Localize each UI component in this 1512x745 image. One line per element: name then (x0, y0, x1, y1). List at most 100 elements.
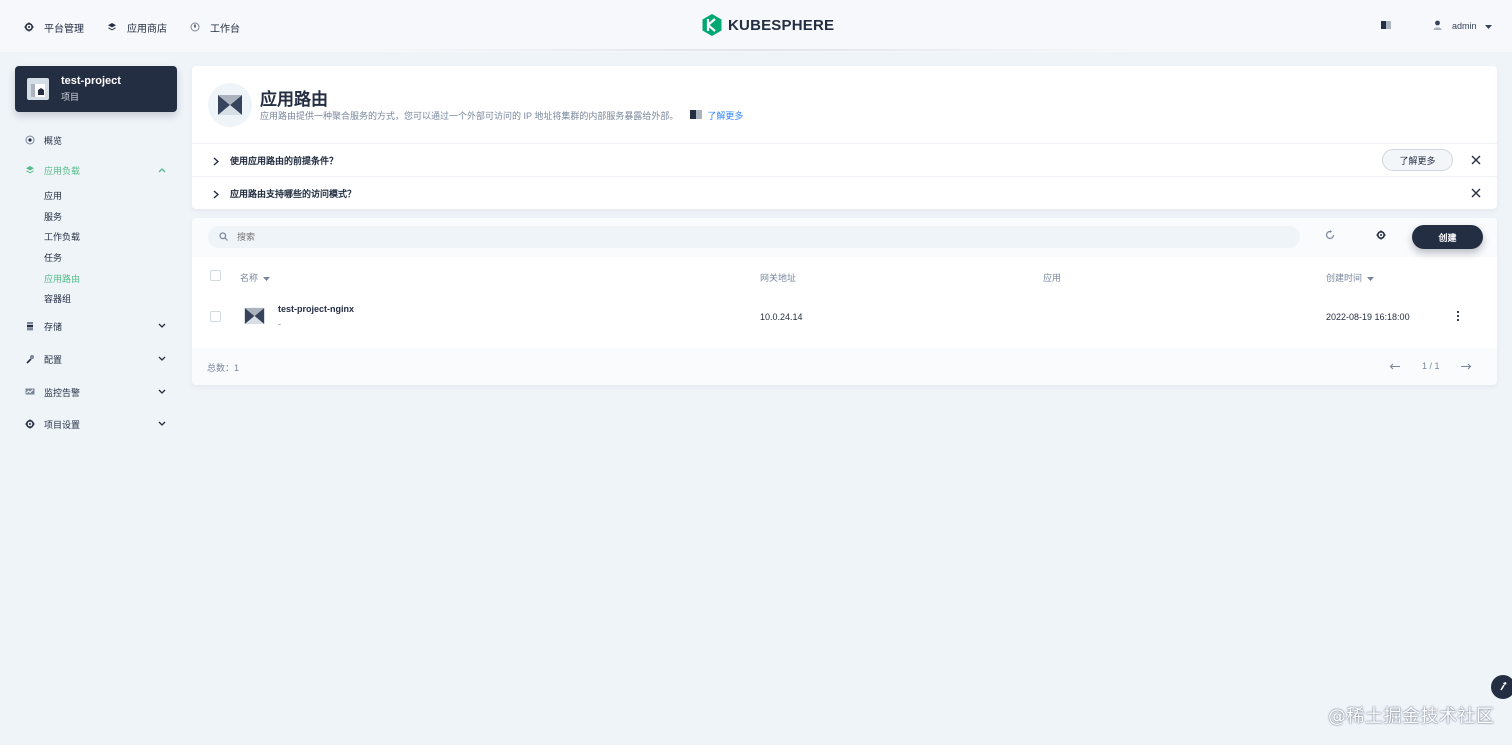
column-name[interactable]: 名称 (240, 271, 271, 284)
nav-platform[interactable]: 平台管理 (24, 18, 84, 36)
sidebar-subitem-jobs[interactable]: 任务 (44, 251, 62, 265)
total-count: 总数：1 (207, 363, 240, 373)
prev-page-icon[interactable] (1389, 362, 1401, 372)
user-menu[interactable]: admin (1433, 18, 1492, 34)
select-all-checkbox[interactable] (210, 270, 221, 281)
learn-more-label: 了解更多 (707, 111, 744, 121)
sidebar-item-workloads[interactable]: 应用负载 (25, 161, 170, 179)
row-checkbox[interactable] (210, 311, 221, 322)
workloads-icon (25, 165, 35, 175)
sidebar-subitem-routes[interactable]: 应用路由 (44, 272, 80, 286)
project-type: 项目 (61, 92, 80, 102)
sort-icon (1367, 273, 1375, 283)
toggle-panel-button[interactable] (1381, 18, 1391, 34)
panel-toggle-icon (1381, 21, 1391, 31)
route-gateway: 10.0.24.14 (760, 312, 803, 322)
more-actions-icon[interactable] (1456, 310, 1460, 324)
settings-icon[interactable] (1376, 230, 1386, 240)
chevron-right-icon (213, 155, 220, 169)
sidebar-subitem-apps[interactable]: 应用 (44, 189, 62, 203)
sidebar-item-monitoring-label: 监控告警 (44, 387, 81, 398)
tip-prerequisites-text: 使用应用路由的前提条件？ (230, 155, 339, 166)
next-page-icon[interactable] (1460, 362, 1472, 372)
logo-text: KUBESPHERE (728, 16, 835, 34)
route-created: 2022-08-19 16:18:00 (1326, 312, 1410, 322)
table-header: 名称 网关地址 应用 创建时间 (192, 262, 1497, 290)
watermark: @稀土掘金技术社区 (1328, 706, 1495, 727)
page-title: 应用路由 (260, 90, 328, 109)
tip-access-modes[interactable]: 应用路由支持哪些的访问模式？ (192, 176, 1497, 209)
sidebar-item-config[interactable]: 配置 (25, 350, 170, 368)
nav-workbench[interactable]: 工作台 (190, 18, 240, 36)
routes-table-card: 创建 名称 网关地址 应用 创建时间 test-project-nginx - … (192, 218, 1497, 385)
user-icon (1433, 20, 1442, 32)
table-row[interactable]: test-project-nginx - 10.0.24.14 2022-08-… (192, 292, 1497, 340)
table-footer: 总数：1 1 / 1 (192, 348, 1497, 385)
close-icon[interactable] (1471, 187, 1481, 201)
column-app-label: 应用 (1043, 273, 1062, 283)
refresh-icon[interactable] (1325, 230, 1335, 240)
sidebar-item-settings[interactable]: 项目设置 (25, 415, 170, 433)
kubesphere-logo-icon (702, 14, 722, 36)
kubesphere-logo[interactable]: KUBESPHERE (702, 14, 834, 36)
route-description: - (278, 319, 281, 329)
tip-access-modes-text: 应用路由支持哪些的访问模式？ (230, 188, 357, 199)
sidebar-item-config-label: 配置 (44, 354, 63, 365)
sidebar-item-storage[interactable]: 存储 (25, 317, 170, 335)
column-gateway-label: 网关地址 (760, 273, 797, 283)
chevron-down-icon (158, 321, 166, 331)
chevron-up-icon (158, 165, 166, 175)
sort-icon (263, 273, 271, 283)
dashboard-icon (190, 22, 200, 32)
sidebar-item-monitoring[interactable]: 监控告警 (25, 383, 170, 401)
column-created[interactable]: 创建时间 (1326, 271, 1375, 284)
sidebar-item-overview-label: 概览 (44, 135, 63, 146)
nav-workbench-label: 工作台 (210, 23, 240, 35)
sidebar-item-overview[interactable]: 概览 (25, 131, 170, 149)
storage-icon (25, 321, 35, 331)
caret-down-icon (1484, 21, 1492, 31)
column-gateway: 网关地址 (760, 271, 796, 284)
search-bar[interactable] (208, 226, 1300, 248)
sidebar-subitem-services[interactable]: 服务 (44, 210, 62, 224)
learn-more-link[interactable]: 了解更多 (690, 109, 743, 122)
book-icon (690, 110, 703, 121)
sidebar-item-settings-label: 项目设置 (44, 419, 81, 430)
username: admin (1452, 21, 1477, 31)
chevron-right-icon (213, 188, 220, 202)
project-icon (27, 78, 49, 100)
sidebar-item-workloads-label: 应用负载 (44, 165, 81, 176)
chevron-down-icon (158, 387, 166, 397)
chevron-down-icon (158, 354, 166, 364)
column-created-label: 创建时间 (1326, 273, 1363, 283)
project-name: test-project (61, 75, 121, 87)
top-navigation: 平台管理 应用商店 工作台 KUBESPHERE admin (0, 0, 1512, 52)
search-icon (219, 230, 228, 244)
close-icon[interactable] (1471, 154, 1481, 168)
route-item-icon (244, 305, 265, 329)
nav-platform-label: 平台管理 (44, 23, 84, 35)
sidebar-item-storage-label: 存储 (44, 321, 63, 332)
sidebar-subitem-workloads[interactable]: 工作负载 (44, 230, 80, 244)
column-name-label: 名称 (240, 273, 259, 283)
project-selector[interactable]: test-project 项目 (15, 66, 177, 112)
nav-appstore-label: 应用商店 (127, 23, 167, 35)
nav-appstore[interactable]: 应用商店 (107, 18, 167, 36)
tip-prerequisites[interactable]: 使用应用路由的前提条件？ 了解更多 (192, 143, 1497, 176)
appstore-icon (107, 22, 117, 32)
page-description: 应用路由提供一种聚合服务的方式，您可以通过一个外部可访问的 IP 地址将集群的内… (260, 109, 743, 122)
toolbox-button[interactable] (1491, 675, 1512, 699)
search-input[interactable] (237, 232, 1137, 242)
tip-learn-more-button[interactable]: 了解更多 (1382, 149, 1453, 171)
table-toolbar: 创建 (192, 218, 1497, 257)
sidebar-subitem-pods[interactable]: 容器组 (44, 292, 71, 306)
page-banner: 应用路由 应用路由提供一种聚合服务的方式，您可以通过一个外部可访问的 IP 地址… (192, 66, 1497, 209)
wrench-icon (25, 354, 35, 364)
route-name-link[interactable]: test-project-nginx (278, 304, 354, 314)
page-description-text: 应用路由提供一种聚合服务的方式，您可以通过一个外部可访问的 IP 地址将集群的内… (260, 111, 679, 121)
chevron-down-icon (158, 419, 166, 429)
gear-icon (25, 419, 35, 429)
nav-divider (360, 49, 1152, 51)
create-button[interactable]: 创建 (1412, 225, 1483, 249)
page-indicator: 1 / 1 (1422, 361, 1440, 371)
